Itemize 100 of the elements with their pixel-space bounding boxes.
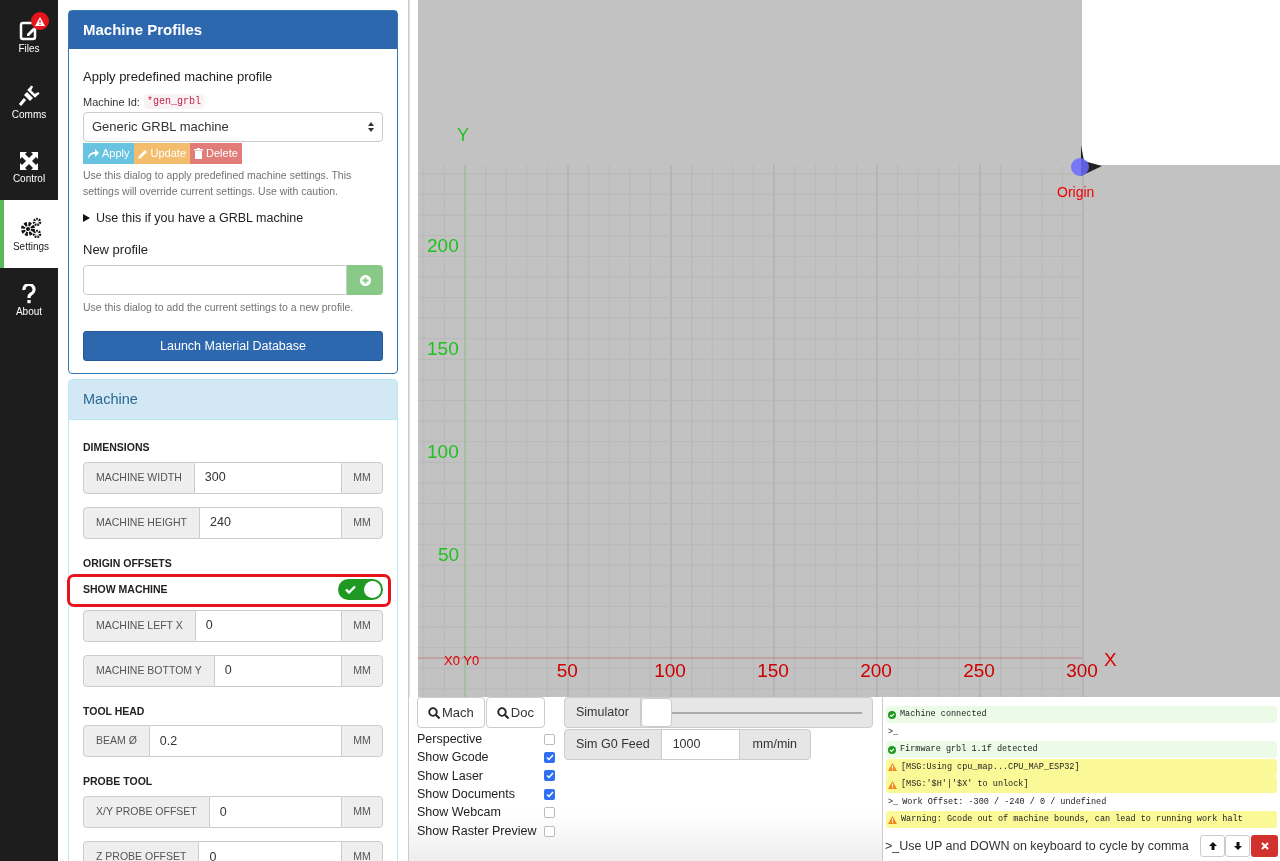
section-title: New profile bbox=[83, 240, 150, 259]
warning-icon bbox=[888, 815, 897, 824]
nav-tab[interactable]: Settings bbox=[0, 200, 58, 268]
console-text: Work Offset: -300 / -240 / 0 / undefined bbox=[902, 795, 1107, 809]
nav-tab[interactable]: Files bbox=[0, 5, 58, 70]
section-heading: TOOL HEAD bbox=[83, 703, 146, 719]
field-label: X/Y PROBE OFFSET bbox=[83, 796, 210, 828]
number-field[interactable]: 0.2 bbox=[149, 725, 341, 758]
search-icon bbox=[428, 706, 440, 719]
warning-icon bbox=[35, 16, 45, 26]
origin-marker-icon bbox=[1071, 145, 1102, 176]
plus-circle-icon bbox=[359, 274, 371, 286]
number-field[interactable]: 240 bbox=[200, 506, 341, 539]
tick-label: 200 bbox=[427, 236, 459, 255]
card-title: Machine bbox=[83, 389, 138, 409]
unit-label: MM bbox=[341, 796, 383, 828]
check-circle-icon bbox=[888, 710, 896, 719]
field-label: Machine Id: bbox=[83, 94, 140, 110]
prompt-mark: >_ bbox=[885, 837, 900, 855]
help-text: Use this dialog to add the current settings to a new profile. bbox=[83, 300, 355, 316]
console-text: [MSG:'$H'|'$X' to unlock] bbox=[901, 778, 1029, 791]
tick-label: 150 bbox=[757, 661, 789, 680]
field-label: Simulator bbox=[565, 698, 641, 727]
origin-label: X0 Y0 bbox=[444, 654, 480, 667]
console-text: Firmware grbl 1.1f detected bbox=[900, 743, 1038, 756]
number-field[interactable]: 300 bbox=[194, 461, 341, 494]
checkbox[interactable] bbox=[544, 770, 555, 782]
field-label: MACHINE HEIGHT bbox=[83, 506, 200, 539]
updown-icon bbox=[368, 122, 374, 132]
nav-tab[interactable]: About bbox=[0, 268, 58, 333]
field-label: MACHINE BOTTOM Y bbox=[83, 654, 215, 687]
command-field[interactable]: Use UP and DOWN on keyboard to cycle by comma bbox=[899, 836, 1200, 856]
toggle-label: SHOW MACHINE bbox=[83, 581, 168, 597]
prompt-mark: >_ bbox=[888, 725, 899, 739]
plug-icon bbox=[18, 85, 40, 107]
tick-label: 300 bbox=[1066, 661, 1098, 680]
unit-label: MM bbox=[341, 841, 383, 861]
zoom-button[interactable]: Doc bbox=[485, 697, 545, 728]
question-icon bbox=[22, 284, 36, 304]
axis-label: X bbox=[1104, 650, 1117, 669]
option-label: Perspective bbox=[417, 730, 483, 748]
profile-name-field[interactable] bbox=[83, 265, 347, 296]
axis-label: Y bbox=[457, 126, 469, 144]
close-icon bbox=[1260, 842, 1269, 850]
profile-select[interactable]: Generic GRBL machine bbox=[83, 112, 383, 142]
nav-tab[interactable]: Comms bbox=[0, 70, 58, 135]
machine-id-code: *gen_grbl bbox=[143, 94, 204, 110]
slider-thumb[interactable] bbox=[640, 698, 672, 727]
close-button[interactable] bbox=[1251, 835, 1278, 857]
checkbox[interactable] bbox=[544, 733, 555, 745]
share-arrow-icon bbox=[87, 148, 99, 159]
number-field[interactable]: 0 bbox=[199, 841, 341, 861]
number-field[interactable]: 0 bbox=[195, 609, 341, 642]
unit-label: MM bbox=[341, 654, 383, 687]
option-label: Show Raster Preview bbox=[417, 822, 537, 840]
triangle-right-icon bbox=[83, 214, 90, 223]
field-label: MACHINE LEFT X bbox=[83, 609, 196, 642]
option-label: Show Webcam bbox=[417, 804, 501, 822]
tick-label: 200 bbox=[860, 661, 892, 680]
console-text: Warning: Gcode out of machine bounds, can lead to running work halt bbox=[901, 813, 1243, 826]
zoom-button[interactable]: Mach bbox=[417, 697, 485, 728]
number-field[interactable]: 0 bbox=[214, 654, 341, 687]
unit-label: MM bbox=[341, 725, 383, 758]
launch-button[interactable]: Launch Material Database bbox=[83, 331, 383, 361]
check-circle-icon bbox=[888, 745, 896, 754]
prompt-mark: >_ bbox=[888, 795, 899, 809]
document-icon bbox=[19, 21, 39, 41]
option-label: Show Laser bbox=[417, 767, 483, 785]
warning-icon bbox=[888, 763, 897, 771]
checkbox[interactable] bbox=[544, 825, 555, 837]
card-title: Machine Profiles bbox=[83, 19, 203, 40]
marker-label: Origin bbox=[1057, 185, 1095, 199]
warning-icon bbox=[888, 780, 897, 789]
checkbox[interactable] bbox=[544, 788, 555, 800]
history-down-button[interactable] bbox=[1225, 835, 1250, 857]
console-text: Machine connected bbox=[900, 708, 987, 721]
details-toggle[interactable]: Use this if you have a GRBL machine bbox=[83, 209, 383, 228]
tick-label: 50 bbox=[438, 545, 460, 564]
tick-label: 250 bbox=[963, 661, 995, 680]
toggle-switch[interactable] bbox=[338, 579, 383, 600]
tick-label: 50 bbox=[556, 661, 578, 680]
option-label: Show Gcode bbox=[417, 749, 489, 767]
simulator-slider[interactable] bbox=[640, 698, 862, 727]
console-text: [MSG:Using cpu_map...CPU_MAP_ESP32] bbox=[901, 760, 1080, 774]
check-icon bbox=[345, 585, 356, 594]
gears-icon bbox=[20, 216, 42, 239]
search-icon bbox=[496, 706, 509, 719]
section-heading: PROBE TOOL bbox=[83, 774, 154, 790]
history-up-button[interactable] bbox=[1200, 835, 1225, 857]
pencil-icon bbox=[137, 148, 148, 159]
nav-tab[interactable]: Control bbox=[0, 135, 58, 200]
add-button[interactable] bbox=[347, 265, 383, 296]
help-text: Use this dialog to apply predefined machine settings. This settings will override current settings. Use with caution. bbox=[83, 168, 353, 199]
field-label: MACHINE WIDTH bbox=[83, 461, 195, 494]
checkbox[interactable] bbox=[544, 807, 555, 819]
unit-label: MM bbox=[341, 506, 383, 539]
tick-label: 100 bbox=[427, 442, 459, 461]
trash-icon bbox=[194, 148, 203, 159]
number-field[interactable]: 0 bbox=[209, 796, 341, 828]
checkbox[interactable] bbox=[544, 752, 555, 764]
